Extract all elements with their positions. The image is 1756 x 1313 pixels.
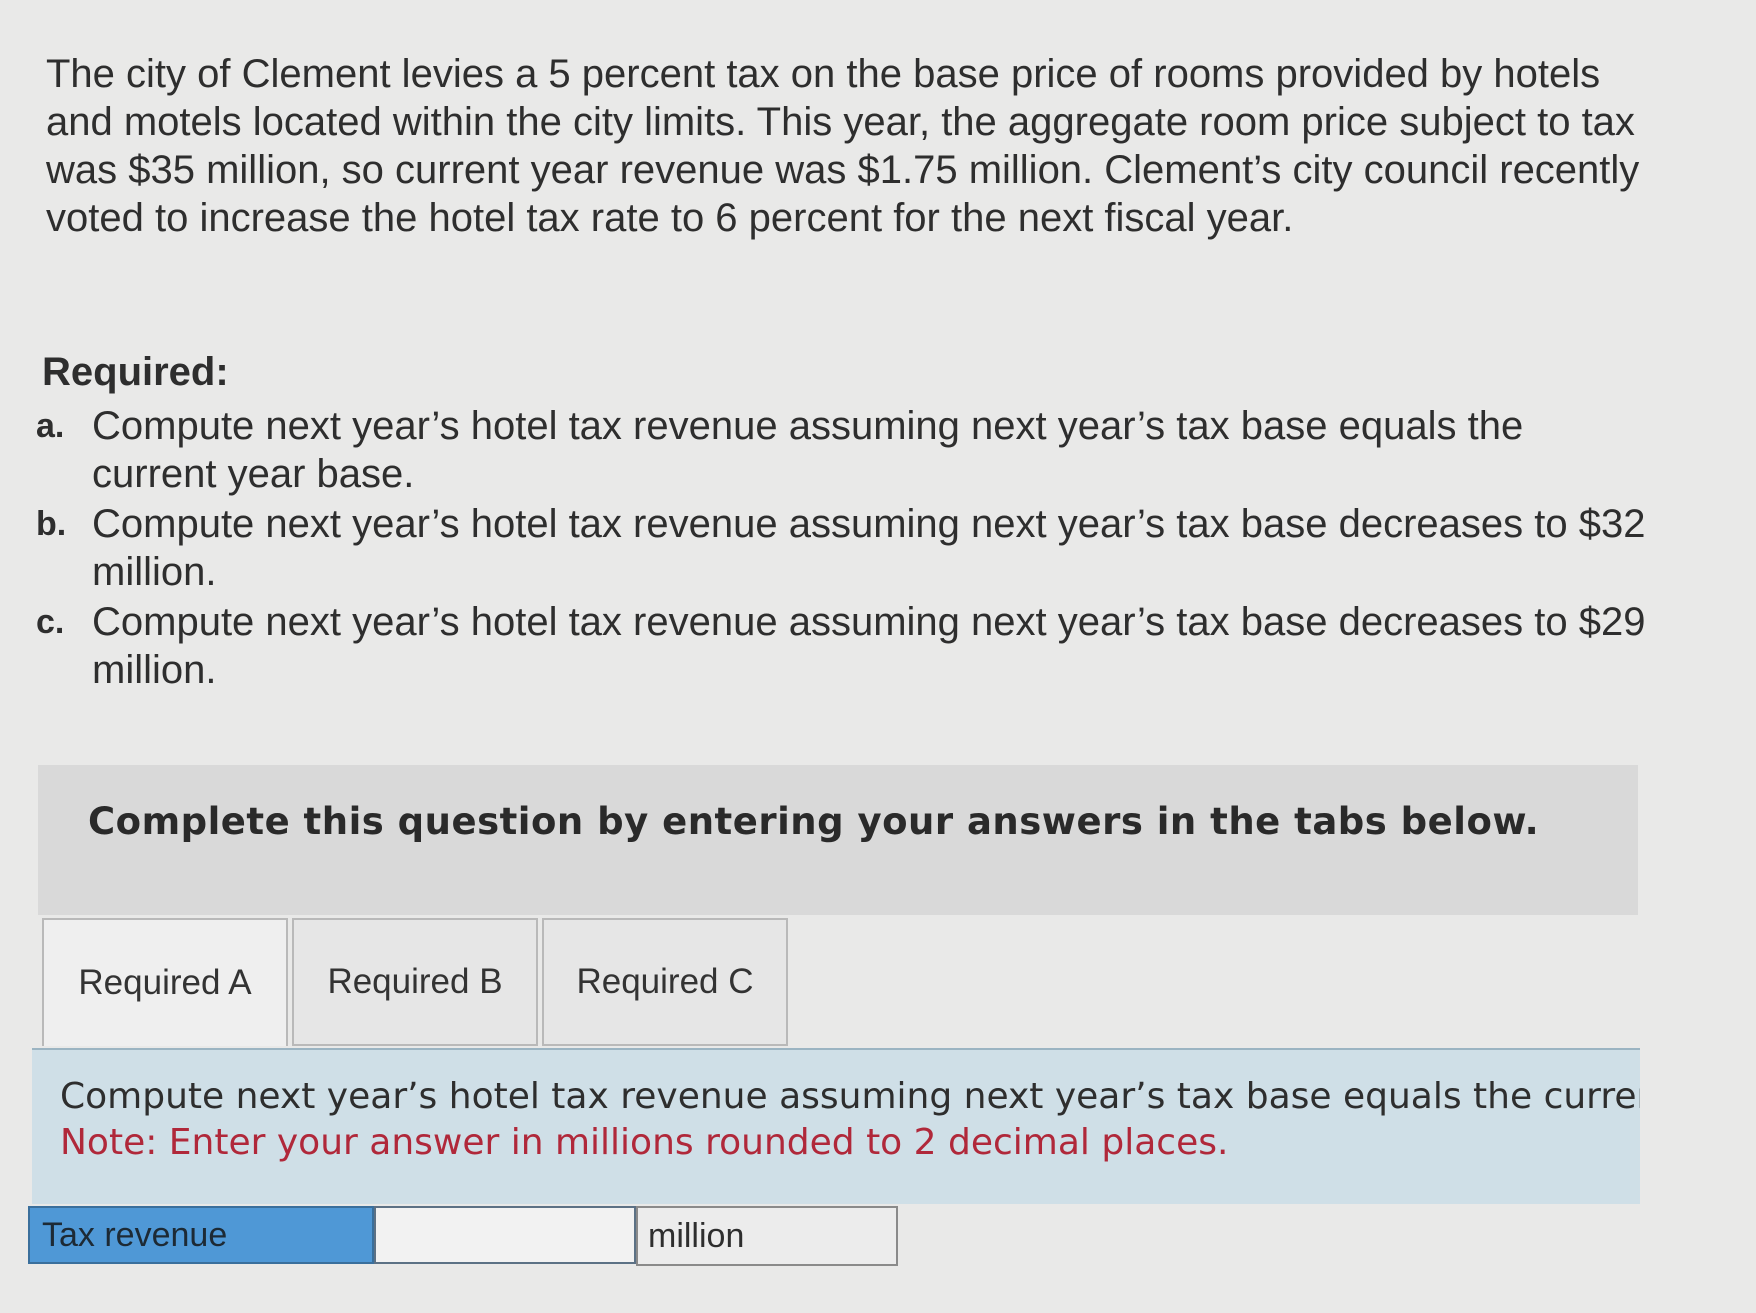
problem-intro: The city of Clement levies a 5 percent t…	[46, 52, 1640, 240]
requirement-marker: b.	[36, 505, 67, 543]
requirement-text: Compute next year’s hotel tax revenue as…	[92, 502, 1646, 594]
required-heading: Required:	[42, 350, 229, 394]
requirement-text: Compute next year’s hotel tax revenue as…	[92, 404, 1524, 496]
requirement-item-c: c. Compute next year’s hotel tax revenue…	[36, 598, 1656, 694]
question-panel: Compute next year’s hotel tax revenue as…	[32, 1048, 1640, 1204]
answer-row: Tax revenue million	[28, 1206, 898, 1266]
tab-required-b[interactable]: Required B	[292, 918, 538, 1046]
tab-bar: Required A Required B Required C	[42, 918, 792, 1048]
tax-revenue-label: Tax revenue	[28, 1206, 374, 1264]
requirement-item-b: b. Compute next year’s hotel tax revenue…	[36, 500, 1656, 596]
unit-label: million	[636, 1206, 898, 1266]
requirement-marker: c.	[36, 603, 65, 641]
requirement-item-a: a. Compute next year’s hotel tax revenue…	[36, 402, 1656, 498]
requirement-text: Compute next year’s hotel tax revenue as…	[92, 600, 1646, 692]
tab-required-c[interactable]: Required C	[542, 918, 788, 1046]
panel-note: Note: Enter your answer in millions roun…	[60, 1122, 1229, 1163]
requirements-list: a. Compute next year’s hotel tax revenue…	[36, 402, 1656, 696]
tax-revenue-input[interactable]	[374, 1206, 636, 1264]
panel-question: Compute next year’s hotel tax revenue as…	[60, 1076, 1640, 1117]
instructions-banner: Complete this question by entering your …	[38, 765, 1638, 915]
tab-required-a[interactable]: Required A	[42, 918, 288, 1046]
instructions-text: Complete this question by entering your …	[88, 800, 1540, 843]
requirement-marker: a.	[36, 407, 65, 445]
